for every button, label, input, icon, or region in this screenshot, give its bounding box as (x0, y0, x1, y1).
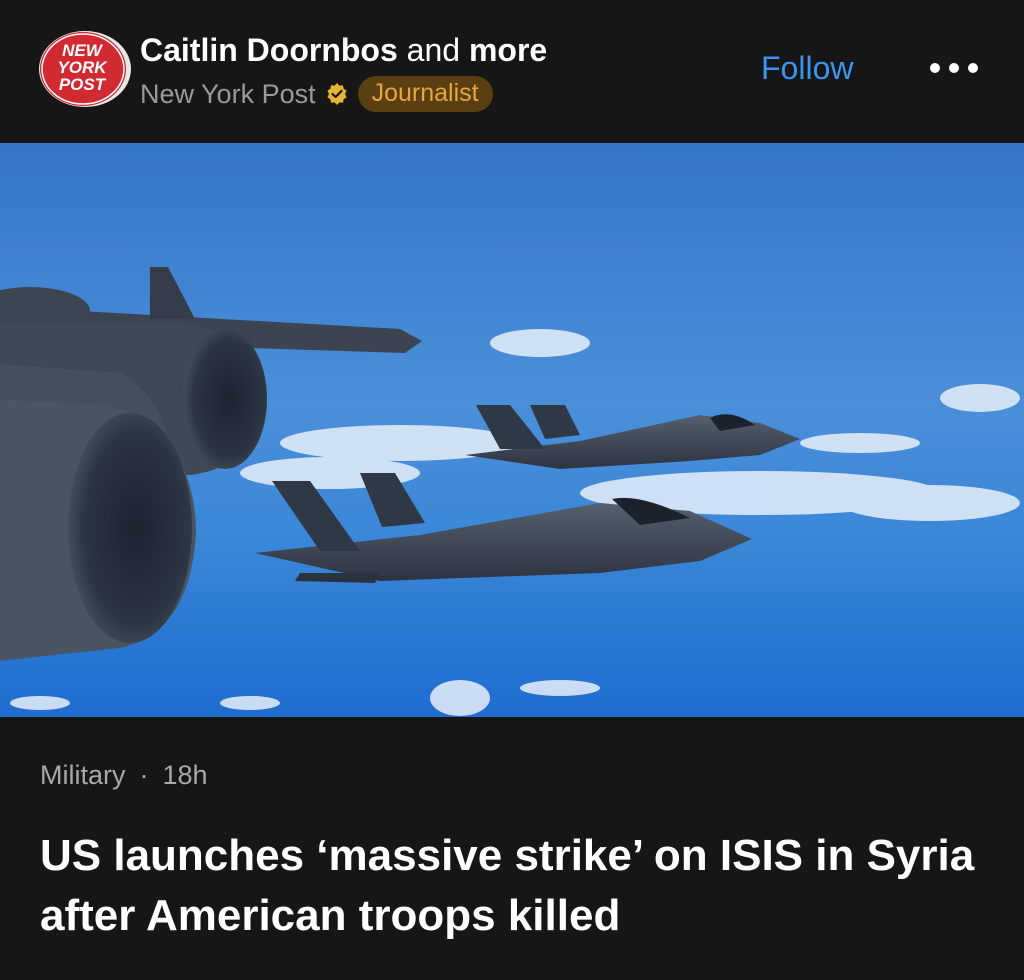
post-header: NEW YORK POST Caitlin Doornbos and more … (0, 0, 1024, 143)
logo-word-3: POST (59, 75, 107, 94)
article-image[interactable] (0, 143, 1024, 717)
article-meta: Military · 18h (40, 760, 208, 791)
author-name[interactable]: Caitlin Doornbos (140, 32, 398, 68)
timestamp: 18h (162, 760, 208, 790)
verified-badge-icon (326, 83, 347, 105)
journalist-badge: Journalist (357, 76, 493, 112)
publication-line: New York Post Journalist (140, 74, 493, 114)
category-label[interactable]: Military (40, 760, 126, 791)
article-headline[interactable]: US launches ‘massive strike’ on ISIS in … (40, 826, 1000, 946)
publication-name[interactable]: New York Post (140, 79, 316, 110)
author-line[interactable]: Caitlin Doornbos and more (140, 30, 547, 70)
ellipsis-icon[interactable] (930, 53, 978, 83)
author-more[interactable]: more (469, 32, 547, 68)
author-joiner: and (406, 32, 461, 68)
meta-separator: · (139, 760, 149, 790)
publisher-logo[interactable]: NEW YORK POST (38, 30, 132, 108)
follow-button[interactable]: Follow (761, 48, 853, 88)
